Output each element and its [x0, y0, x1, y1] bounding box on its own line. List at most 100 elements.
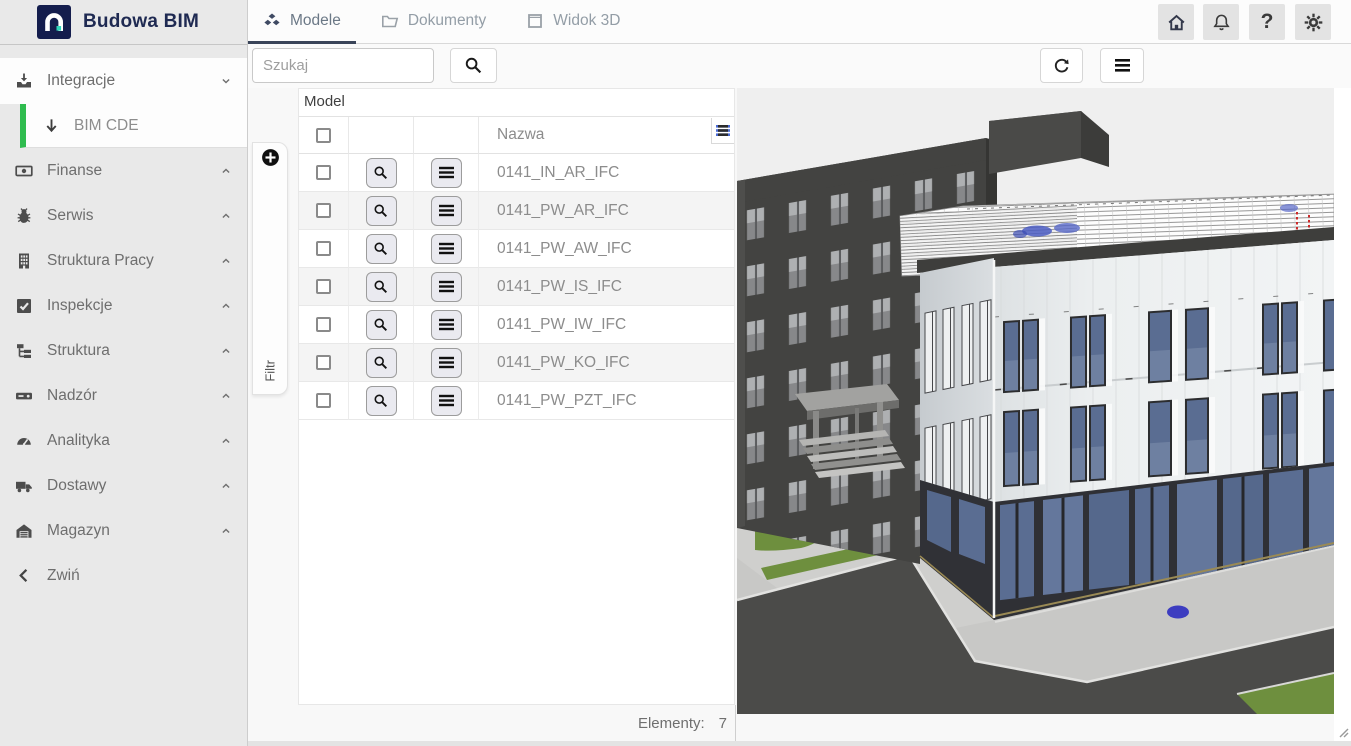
sidebar-item-magazyn[interactable]: Magazyn [0, 508, 247, 553]
table-row-cell [349, 230, 414, 268]
warehouse-icon [13, 522, 35, 540]
row-checkbox[interactable] [316, 279, 331, 294]
tab-label: Modele [290, 12, 341, 30]
row-preview-button[interactable] [366, 348, 397, 378]
row-menu-button[interactable] [431, 386, 462, 416]
model-list-panel: Model Nazwa 0141_IN_AR_IFC 0141_PW_AR_IF… [298, 88, 735, 705]
chevron-up-icon [219, 479, 233, 493]
row-preview-button[interactable] [366, 310, 397, 340]
add-filter-button[interactable] [261, 148, 280, 167]
tab-dokumenty[interactable]: Dokumenty [366, 0, 501, 44]
resize-handle-icon[interactable] [1337, 726, 1349, 738]
filter-panel-tab[interactable]: Filtr [252, 142, 288, 395]
sidebar-item-bim-cde[interactable]: BIM CDE [20, 104, 247, 148]
row-name: 0141_PW_IW_IFC [479, 306, 734, 344]
search-input[interactable] [252, 48, 434, 83]
sidebar-item-analityka[interactable]: Analityka [0, 418, 247, 463]
row-menu-button[interactable] [431, 196, 462, 226]
row-preview-button[interactable] [366, 158, 397, 188]
table-row-cell [414, 192, 479, 230]
table-row-cell [414, 382, 479, 420]
app-logo-icon [37, 5, 71, 39]
notifications-button[interactable] [1203, 4, 1239, 40]
table-row-cell [299, 344, 349, 382]
footer-divider [735, 705, 736, 746]
header-name-cell: Nazwa [479, 117, 734, 154]
sidebar-item-inspekcje[interactable]: Inspekcje [0, 283, 247, 328]
row-checkbox[interactable] [316, 355, 331, 370]
table-row-cell [349, 382, 414, 420]
row-menu-button[interactable] [431, 272, 462, 302]
sidebar-collapse-button[interactable]: Zwiń [0, 553, 247, 598]
filter-tab-label: Filtr [263, 360, 278, 382]
elements-count-value: 7 [719, 715, 727, 732]
row-preview-button[interactable] [366, 386, 397, 416]
row-checkbox[interactable] [316, 203, 331, 218]
check-square-icon [13, 297, 35, 315]
row-menu-button[interactable] [431, 310, 462, 340]
table-row-cell [349, 192, 414, 230]
viewer-3d-canvas[interactable] [737, 88, 1334, 714]
sidebar-item-label: Finanse [47, 162, 102, 180]
row-checkbox[interactable] [316, 317, 331, 332]
row-checkbox[interactable] [316, 393, 331, 408]
sidebar-item-nadzor[interactable]: Nadzór [0, 373, 247, 418]
row-preview-button[interactable] [366, 272, 397, 302]
table-footer: Elementy: 7 [248, 705, 735, 741]
sidebar-item-finanse[interactable]: Finanse [0, 148, 247, 193]
app-logo-row: Budowa BIM [0, 0, 247, 45]
select-all-checkbox[interactable] [316, 128, 331, 143]
bars-icon [1114, 58, 1131, 73]
search-icon [464, 56, 483, 75]
menu-button[interactable] [1100, 48, 1144, 83]
refresh-button[interactable] [1040, 48, 1083, 83]
row-menu-button[interactable] [431, 348, 462, 378]
table-row-cell [299, 230, 349, 268]
sidebar-item-label: Zwiń [47, 567, 80, 585]
app-title: Budowa BIM [83, 11, 199, 33]
row-checkbox[interactable] [316, 165, 331, 180]
table-row-cell [414, 154, 479, 192]
sidebar-item-struktura-pracy[interactable]: Struktura Pracy [0, 238, 247, 283]
header-select-all-cell [299, 117, 349, 154]
row-name: 0141_IN_AR_IFC [479, 154, 734, 192]
home-icon [1166, 12, 1187, 33]
row-menu-button[interactable] [431, 234, 462, 264]
table-row-cell [414, 344, 479, 382]
gear-icon [1303, 12, 1324, 33]
sidebar-item-label: Magazyn [47, 522, 110, 540]
sidebar-item-dostawy[interactable]: Dostawy [0, 463, 247, 508]
row-checkbox[interactable] [316, 241, 331, 256]
table-row-cell [349, 306, 414, 344]
tab-modele[interactable]: Modele [248, 0, 356, 44]
table-row-cell [414, 306, 479, 344]
row-preview-button[interactable] [366, 234, 397, 264]
sidebar-item-label: Dostawy [47, 477, 106, 495]
row-menu-button[interactable] [431, 158, 462, 188]
sidebar-item-label: Nadzór [47, 387, 97, 405]
sidebar-item-struktura[interactable]: Struktura [0, 328, 247, 373]
cubes-icon [263, 12, 281, 30]
tab-widok-3d[interactable]: Widok 3D [511, 0, 635, 44]
tab-label: Dokumenty [408, 12, 486, 30]
home-button[interactable] [1158, 4, 1194, 40]
header-empty-cell [414, 117, 479, 154]
chevron-up-icon [219, 254, 233, 268]
sidebar-item-serwis[interactable]: Serwis [0, 193, 247, 238]
settings-button[interactable] [1295, 4, 1331, 40]
inbox-in-icon [13, 72, 35, 90]
row-preview-button[interactable] [366, 196, 397, 226]
sidebar-item-label: Inspekcje [47, 297, 112, 315]
refresh-icon [1052, 56, 1071, 75]
table-row-cell [299, 268, 349, 306]
header-empty-cell [349, 117, 414, 154]
chevron-up-icon [219, 344, 233, 358]
search-button[interactable] [450, 48, 497, 83]
help-button[interactable]: ? [1249, 4, 1285, 40]
folder-icon [381, 12, 399, 30]
sidebar-item-label: Integracje [47, 72, 115, 90]
row-name: 0141_PW_IS_IFC [479, 268, 734, 306]
row-name: 0141_PW_AR_IFC [479, 192, 734, 230]
sidebar-item-integracje[interactable]: Integracje [0, 58, 247, 104]
table-columns-menu-button[interactable] [711, 118, 734, 144]
